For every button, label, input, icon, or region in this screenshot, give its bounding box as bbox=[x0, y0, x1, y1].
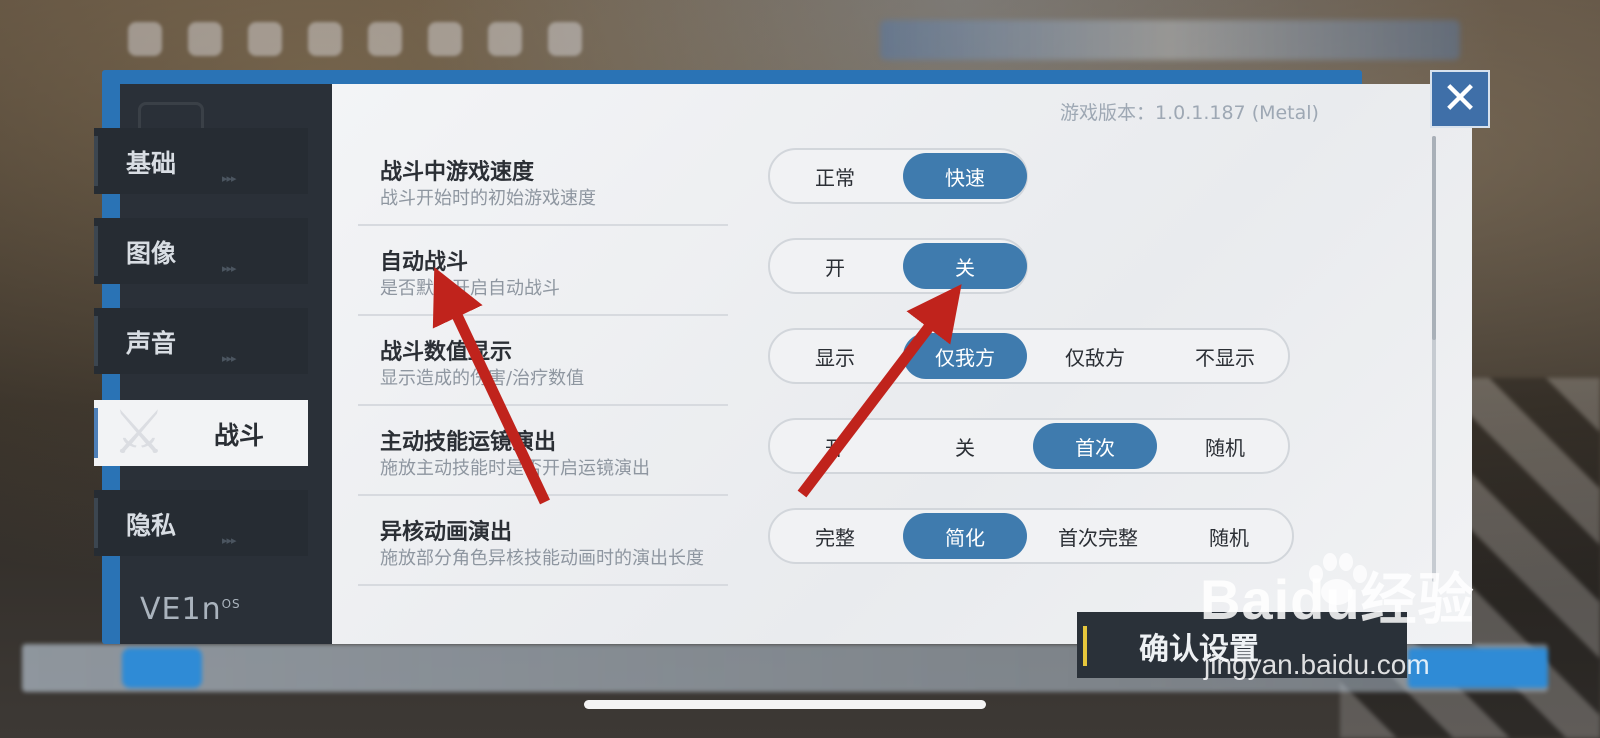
home-indicator[interactable] bbox=[584, 700, 986, 709]
arrow-to-auto-battle-title bbox=[432, 267, 550, 505]
arrow-to-auto-battle-off bbox=[797, 284, 962, 498]
annotation-arrows bbox=[432, 267, 962, 505]
